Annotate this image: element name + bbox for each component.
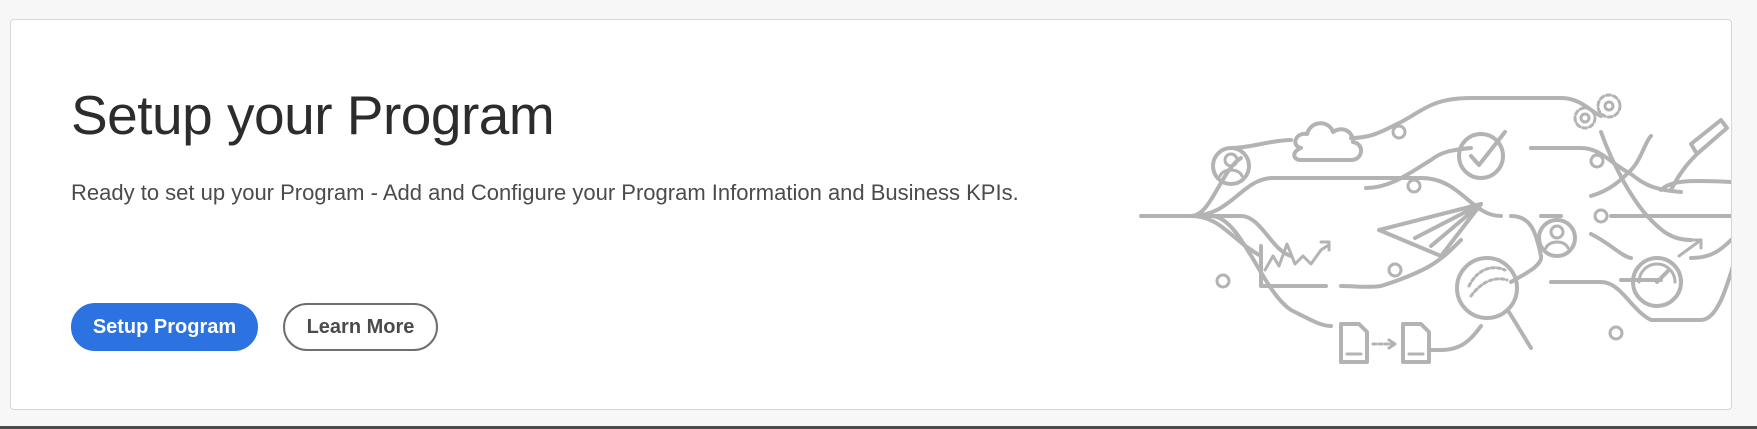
setup-program-banner: Setup your Program Ready to set up your … xyxy=(10,19,1732,410)
connector-lines xyxy=(1139,96,1731,352)
user-icon xyxy=(1537,218,1577,258)
gauge-icon xyxy=(1631,238,1703,308)
setup-program-button[interactable]: Setup Program xyxy=(71,303,258,351)
banner-description: Ready to set up your Program - Add and C… xyxy=(71,180,1019,205)
paper-plane-icon xyxy=(1377,202,1483,258)
banner-title: Setup your Program xyxy=(71,84,555,146)
line-chart-icon xyxy=(1259,240,1331,288)
page-background: Setup your Program Ready to set up your … xyxy=(0,0,1757,429)
magnifier-icon xyxy=(1455,256,1533,350)
document-icon xyxy=(1339,322,1431,364)
workflow-illustration xyxy=(1139,93,1731,364)
pen-icon xyxy=(1659,118,1731,192)
learn-more-button[interactable]: Learn More xyxy=(283,303,438,351)
gears-icon xyxy=(1573,93,1622,130)
cloud-icon xyxy=(1292,121,1363,162)
user-icon xyxy=(1211,146,1251,186)
checkmark-icon xyxy=(1457,130,1507,180)
connector-nodes xyxy=(1215,124,1624,341)
